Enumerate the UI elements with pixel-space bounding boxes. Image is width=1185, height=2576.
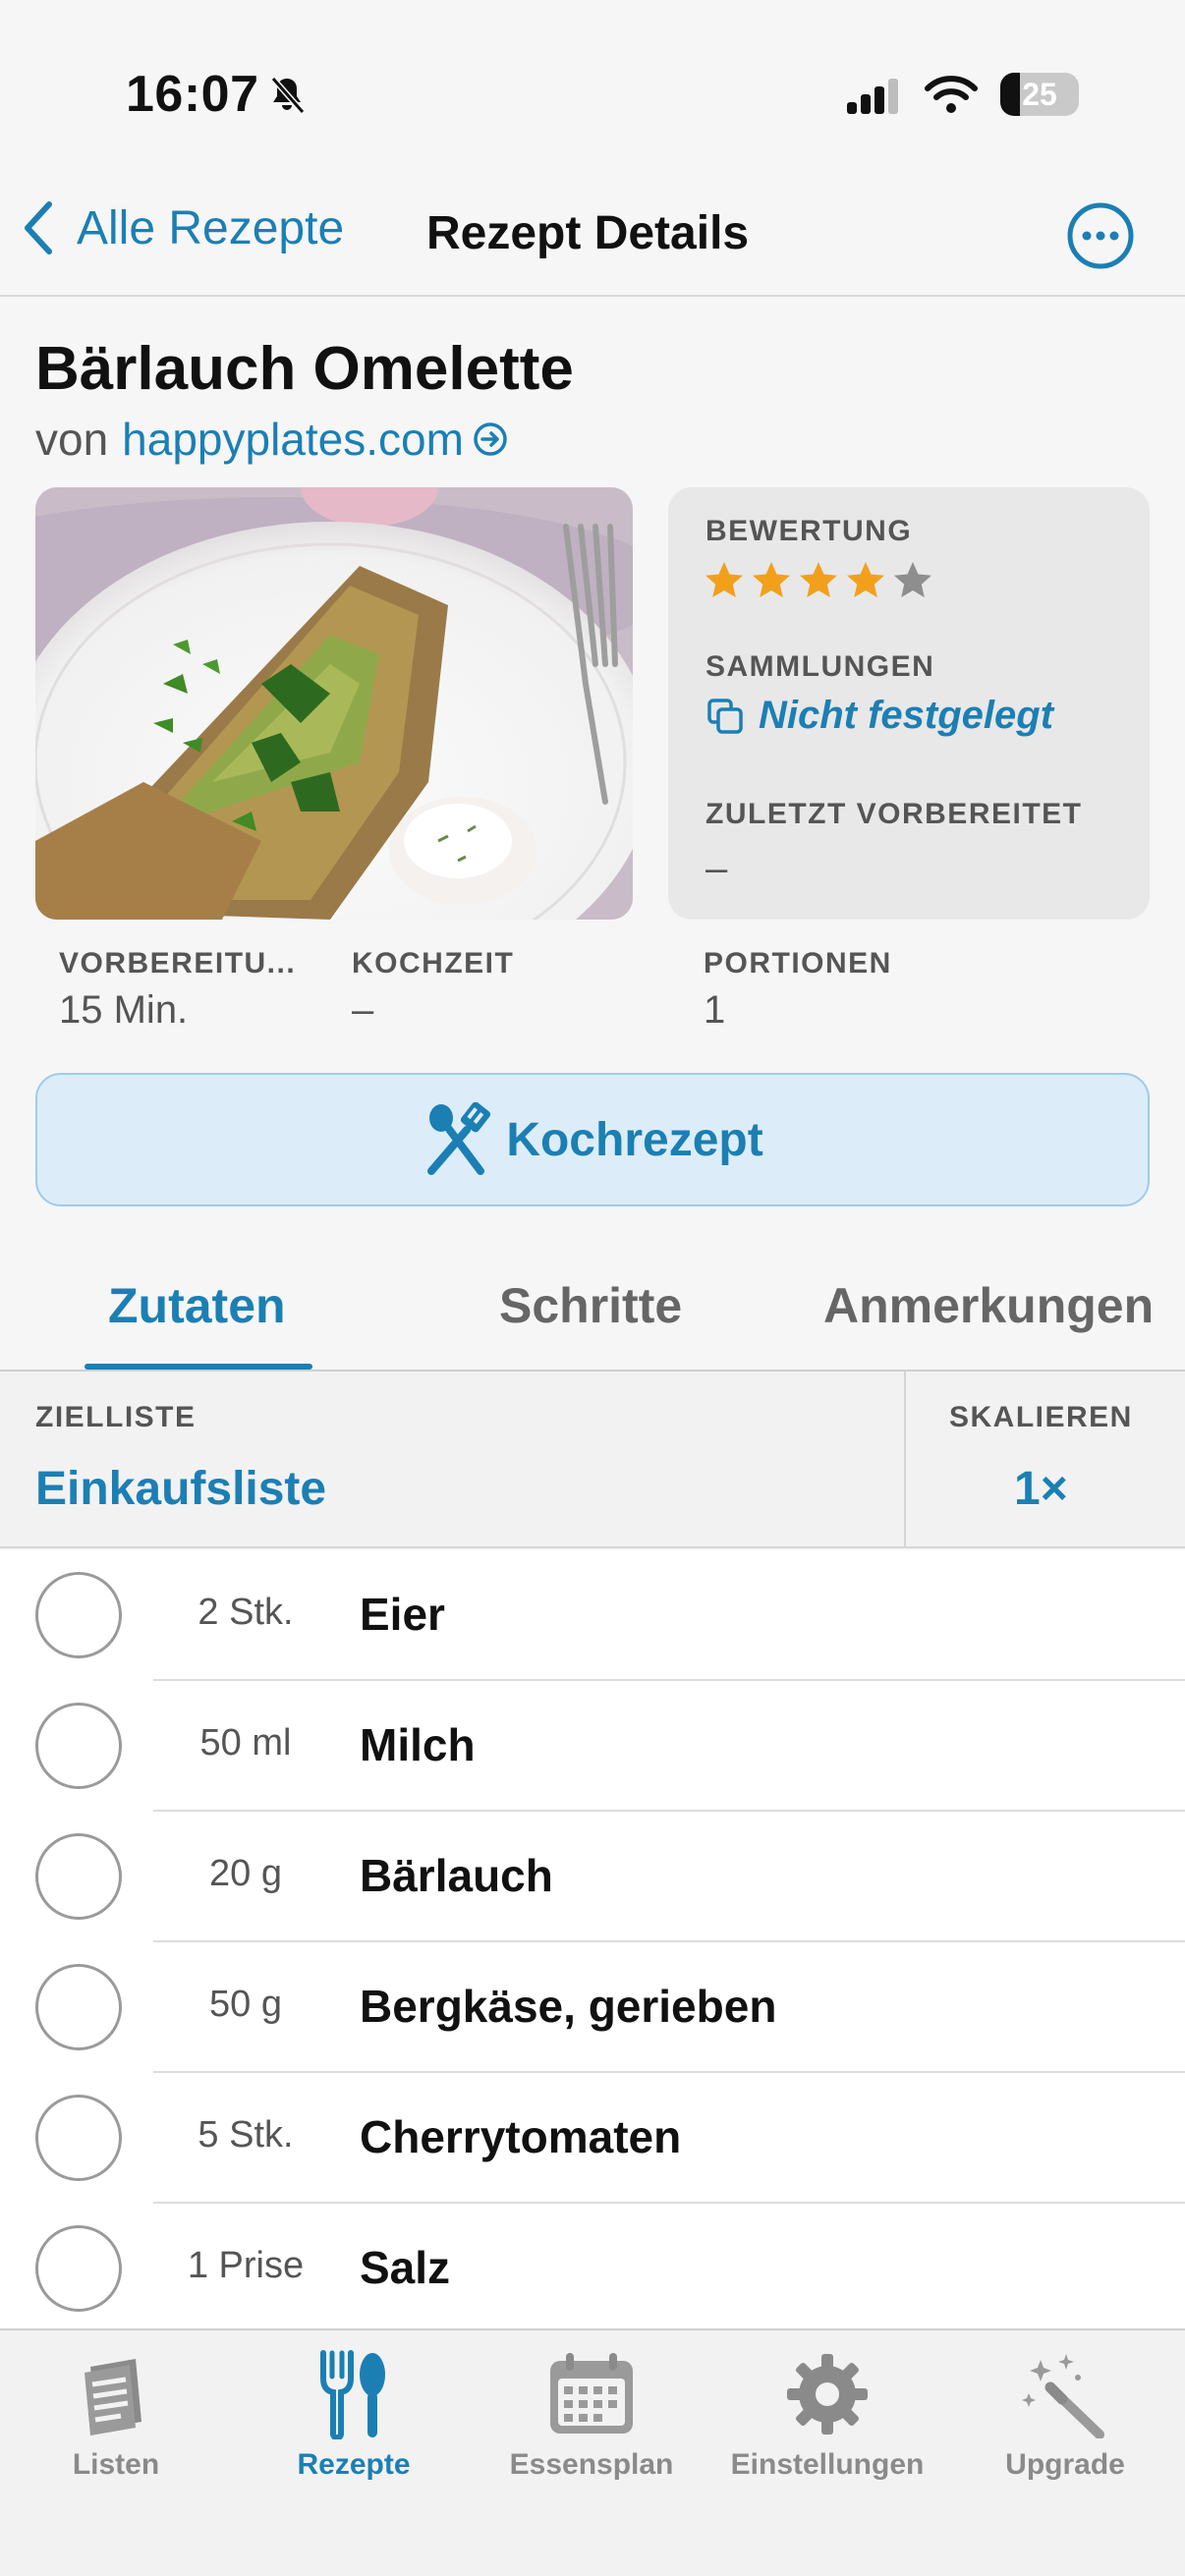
ingredient-name: Salz — [360, 2242, 451, 2293]
status-bar: 16:07 25 — [0, 0, 1185, 187]
fork-spoon-icon — [320, 2350, 385, 2439]
source-prefix: von — [35, 414, 109, 465]
star-filled-icon[interactable] — [845, 560, 886, 601]
tabbar-item-mealplan[interactable]: Essensplan — [474, 2340, 709, 2482]
tab-steps[interactable]: Schritte — [499, 1277, 682, 1334]
back-button[interactable]: Alle Rezepte — [22, 200, 344, 255]
tabbar-item-recipes[interactable]: Rezepte — [236, 2340, 472, 2482]
ingredient-checkbox[interactable] — [35, 1833, 122, 1920]
tabbar-label-settings: Einstellungen — [730, 2448, 925, 2481]
ingredient-checkbox[interactable] — [35, 1572, 122, 1658]
tabbar-label-lists: Listen — [72, 2448, 160, 2481]
prep-time-value: 15 Min. — [59, 988, 189, 1032]
ingredient-amount: 1 Prise — [187, 2245, 305, 2286]
list-item[interactable]: 2 Stk. Eier — [0, 1550, 1185, 1681]
list-item[interactable]: 5 Stk. Cherrytomaten — [0, 2073, 1185, 2204]
list-icon — [85, 2359, 141, 2436]
target-list-bar: ZIELLISTE Einkaufsliste SKALIEREN 1× — [0, 1372, 1185, 1548]
recipe-info-card: BEWERTUNG SAMMLUNGEN Nicht festgelegt ZU… — [668, 487, 1150, 920]
recipe-title: Bärlauch Omelette — [35, 335, 574, 403]
battery-percent: 25 — [1022, 77, 1057, 112]
utensils-icon — [427, 1102, 491, 1175]
tabbar-label-recipes: Rezepte — [297, 2448, 411, 2481]
tabbar-label-upgrade: Upgrade — [1005, 2448, 1125, 2481]
list-item[interactable]: 20 g Bärlauch — [0, 1812, 1185, 1942]
bell-muted-icon — [270, 77, 306, 114]
star-rating[interactable] — [704, 560, 933, 601]
ingredient-checkbox[interactable] — [35, 1703, 122, 1789]
list-item[interactable]: 50 g Bergkäse, gerieben — [0, 1942, 1185, 2073]
star-filled-icon[interactable] — [798, 560, 839, 601]
ingredient-checkbox[interactable] — [35, 2095, 122, 2181]
more-options-icon[interactable] — [1065, 200, 1136, 271]
collections-text: Nicht festgelegt — [759, 694, 1054, 737]
chevron-left-icon — [25, 201, 52, 254]
ingredient-name: Milch — [360, 1719, 476, 1770]
calendar-icon — [550, 2353, 633, 2434]
ingredient-name: Bergkäse, gerieben — [360, 1981, 777, 2032]
tab-ingredients[interactable]: Zutaten — [108, 1277, 286, 1334]
magic-wand-icon — [1022, 2354, 1104, 2438]
cook-mode-label: Kochrezept — [506, 1113, 763, 1166]
rating-label: BEWERTUNG — [705, 515, 913, 547]
tabbar-item-lists[interactable]: Listen — [0, 2340, 234, 2482]
back-label: Alle Rezepte — [77, 201, 345, 254]
ingredient-amount: 5 Stk. — [198, 2114, 294, 2156]
last-prepared-label: ZULETZT VORBEREITET — [705, 798, 1083, 830]
star-empty-icon[interactable] — [892, 560, 933, 601]
prep-time-label: VORBEREITU... — [59, 947, 297, 980]
ingredient-checkbox[interactable] — [35, 2225, 122, 2312]
tabbar-item-settings[interactable]: Einstellungen — [709, 2340, 945, 2482]
cellular-signal-icon — [847, 79, 898, 114]
tab-notes[interactable]: Anmerkungen — [823, 1277, 1154, 1334]
gear-icon — [787, 2354, 868, 2435]
ingredient-amount: 50 g — [209, 1984, 282, 2025]
star-filled-icon[interactable] — [751, 560, 792, 601]
arrow-right-circle-icon[interactable] — [472, 420, 509, 458]
scale-label: SKALIEREN — [949, 1401, 1133, 1433]
page-title: Rezept Details — [426, 207, 750, 259]
cook-time-label: KOCHZEIT — [352, 947, 515, 980]
ingredient-name: Eier — [360, 1589, 445, 1640]
list-item[interactable]: 1 Prise Salz — [0, 2204, 1185, 2328]
ingredient-amount: 2 Stk. — [198, 1592, 294, 1633]
recipe-photo[interactable] — [35, 487, 633, 920]
ingredient-name: Cherrytomaten — [360, 2111, 682, 2162]
list-item[interactable]: 50 ml Milch — [0, 1681, 1185, 1812]
star-filled-icon[interactable] — [704, 560, 745, 601]
bottom-tab-bar: Listen Rezepte Essensplan Einstellungen … — [0, 2328, 1185, 2576]
scale-value[interactable]: 1× — [1014, 1462, 1068, 1516]
cook-mode-button[interactable]: Kochrezept — [35, 1073, 1150, 1206]
tabbar-label-mealplan: Essensplan — [509, 2448, 674, 2481]
recipe-source: von happyplates.com — [35, 413, 509, 466]
battery-indicator: 25 — [1000, 73, 1079, 116]
tabbar-item-upgrade[interactable]: Upgrade — [947, 2340, 1183, 2482]
collections-label: SAMMLUNGEN — [705, 650, 935, 683]
last-prepared-value: – — [705, 847, 728, 890]
navigation-bar: Alle Rezepte Rezept Details — [0, 187, 1185, 297]
recipe-details-screen: 16:07 25 Alle Rezepte Rezept Details Bär… — [0, 0, 1185, 2576]
servings-label: PORTIONEN — [704, 947, 892, 980]
ingredient-amount: 50 ml — [199, 1722, 292, 1764]
source-link[interactable]: happyplates.com — [122, 413, 464, 466]
target-list-value[interactable]: Einkaufsliste — [35, 1462, 326, 1516]
ingredient-list: 2 Stk. Eier 50 ml Milch 20 g Bärlauch 50 g Berg… — [0, 1550, 1185, 2328]
wifi-icon — [925, 76, 978, 113]
ingredient-amount: 20 g — [209, 1853, 282, 1894]
list-bar-divider — [904, 1372, 906, 1548]
ingredient-checkbox[interactable] — [35, 1964, 122, 2050]
ingredient-name: Bärlauch — [360, 1850, 553, 1901]
status-time: 16:07 — [126, 66, 259, 123]
cook-time-value: – — [352, 988, 374, 1032]
collections-value[interactable]: Nicht festgelegt — [705, 694, 1053, 738]
target-list-label: ZIELLISTE — [35, 1401, 197, 1433]
collection-copy-icon — [707, 698, 743, 734]
servings-value: 1 — [704, 988, 726, 1032]
